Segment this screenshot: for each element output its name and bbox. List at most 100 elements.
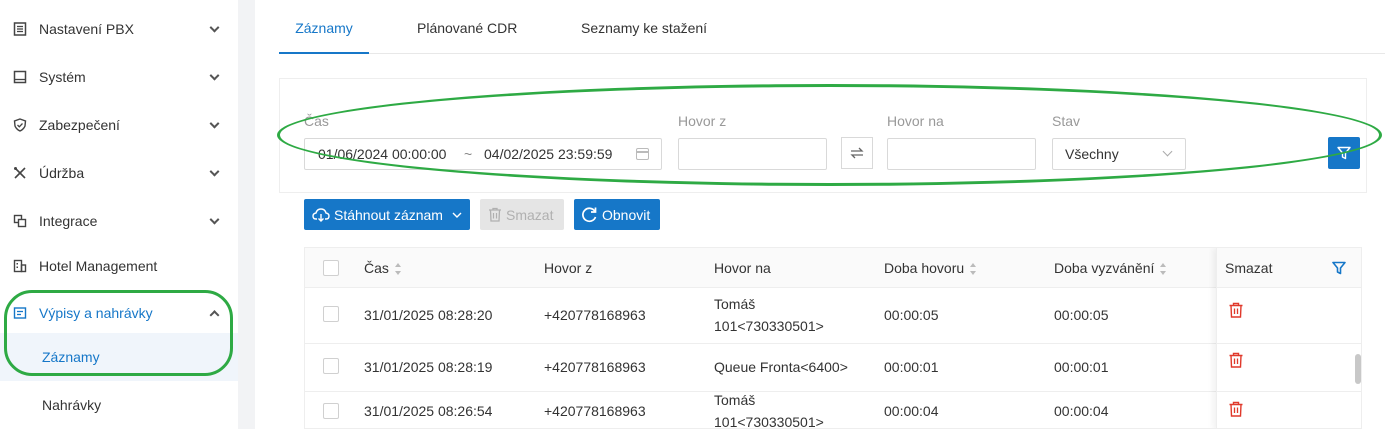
refresh-label: Obnovit [602,206,651,223]
sort-icon[interactable] [394,263,402,276]
sidebar-item-pbx-settings[interactable]: Nastavení PBX [0,5,238,53]
table-row[interactable]: 31/01/2025 08:28:20 +420778168963 Tomáš … [305,288,1361,344]
trash-icon [489,207,501,222]
delete-label: Smazat [506,206,554,223]
refresh-icon [582,207,597,223]
filter-icon[interactable] [1332,261,1346,275]
sidebar-item-records[interactable]: Výpisy a nahrávky [0,289,238,337]
date-separator: ~ [464,146,473,162]
cell-to-line2: 101<730330501> [714,318,824,334]
cell-duration: 00:00:04 [884,403,939,419]
filter-icon [1337,146,1351,160]
call-from-input[interactable] [678,138,827,170]
refresh-button[interactable]: Obnovit [574,199,660,230]
date-from[interactable]: 01/06/2024 00:00:00 [318,146,446,162]
tab-download-lists[interactable]: Seznamy ke stažení [581,0,707,54]
download-record-button[interactable]: Stáhnout záznam [304,199,470,230]
row-checkbox[interactable] [323,306,339,322]
sidebar-item-system[interactable]: Systém [0,53,238,101]
table-row[interactable]: 31/01/2025 08:26:54 +420778168963 Tomáš … [305,392,1361,429]
calendar-icon[interactable] [636,148,649,160]
cell-duration: 00:00:01 [884,359,939,375]
cell-time: 31/01/2025 08:28:20 [364,307,493,323]
integration-icon [12,213,28,229]
sidebar-item-label: Zabezpečení [39,117,120,133]
header-delete: Smazat [1225,260,1273,276]
trash-icon[interactable] [1228,302,1244,318]
hotel-icon [12,258,28,274]
chevron-down-icon [209,70,220,81]
monitor-icon [12,69,28,85]
sidebar-item-integration[interactable]: Integrace [0,197,238,245]
delete-column-header: Smazat [1217,248,1361,288]
header-duration-label: Doba hovoru [884,260,965,276]
filter-panel [279,78,1367,193]
report-icon [12,305,28,321]
table-row[interactable]: 31/01/2025 08:28:19 +420778168963 Queue … [305,344,1361,392]
header-from: Hovor z [544,260,593,276]
delete-button[interactable]: Smazat [480,199,564,230]
call-from-label: Hovor z [678,113,727,129]
sidebar-item-label: Integrace [39,213,98,229]
header-time[interactable]: Čas [364,260,402,276]
sidebar-item-hotel-management[interactable]: Hotel Management [0,242,238,290]
sidebar-subitem-zaznamy[interactable]: Záznamy [0,333,238,381]
header-duration[interactable]: Doba hovoru [884,260,977,276]
sidebar-item-security[interactable]: Zabezpečení [0,101,238,149]
list-icon [12,21,28,37]
table-scrollbar[interactable] [1355,354,1361,384]
cell-from: +420778168963 [544,359,646,375]
select-all-checkbox[interactable] [323,260,339,276]
header-ring-label: Doba vyzvánění [1054,260,1155,276]
cell-time: 31/01/2025 08:28:19 [364,359,493,375]
cell-to-line1: Tomáš [714,392,756,408]
tab-bar: Záznamy Plánované CDR Seznamy ke stažení [279,0,1385,54]
chevron-down-icon [209,22,220,33]
trash-icon[interactable] [1228,352,1244,368]
status-label: Stav [1052,113,1081,129]
chevron-down-icon [452,212,462,218]
cell-to-line2: 101<730330501> [714,414,824,429]
chevron-down-icon [209,166,220,177]
shield-icon [12,117,28,133]
cell-from: +420778168963 [544,403,646,419]
sidebar-item-label: Údržba [39,165,85,181]
time-label: Čas [304,113,329,129]
cell-from: +420778168963 [544,307,646,323]
call-to-label: Hovor na [887,113,944,129]
cell-ring: 00:00:01 [1054,359,1109,375]
trash-icon[interactable] [1228,401,1244,417]
date-to[interactable]: 04/02/2025 23:59:59 [484,146,612,162]
status-value: Všechny [1065,146,1119,162]
sidebar-subitem-nahravky[interactable]: Nahrávky [0,381,238,429]
header-ring[interactable]: Doba vyzvánění [1054,260,1167,276]
apply-filter-button[interactable] [1328,137,1360,169]
sort-icon[interactable] [1160,263,1167,276]
table-header: Čas Hovor z Hovor na Doba hovoru Doba vy… [305,248,1361,288]
tab-planned-cdr[interactable]: Plánované CDR [417,0,517,54]
sidebar-item-label: Systém [39,69,86,85]
cell-ring: 00:00:05 [1054,307,1109,323]
cell-duration: 00:00:05 [884,307,939,323]
date-range-picker[interactable]: 01/06/2024 00:00:00 ~ 04/02/2025 23:59:5… [304,138,662,170]
sidebar-item-label: Nastavení PBX [39,21,134,37]
row-checkbox[interactable] [323,358,339,374]
cell-time: 31/01/2025 08:26:54 [364,403,493,419]
status-select[interactable]: Všechny [1052,138,1186,170]
sidebar-item-maintenance[interactable]: Údržba [0,149,238,197]
tools-icon [12,165,28,181]
chevron-down-icon [1162,146,1173,157]
swap-button[interactable] [841,137,873,169]
sort-icon[interactable] [970,263,977,276]
header-to: Hovor na [714,260,771,276]
cell-to-line1: Queue Fronta<6400> [714,359,848,375]
row-checkbox[interactable] [323,403,339,419]
sidebar-item-label: Hotel Management [39,258,158,274]
call-to-input[interactable] [887,138,1036,170]
delete-column: Smazat [1216,248,1361,428]
download-label: Stáhnout záznam [334,206,443,223]
tab-zaznamy[interactable]: Záznamy [279,0,369,54]
chevron-down-icon [209,214,220,225]
records-table: Čas Hovor z Hovor na Doba hovoru Doba vy… [304,247,1362,429]
cell-to-line1: Tomáš [714,296,756,312]
